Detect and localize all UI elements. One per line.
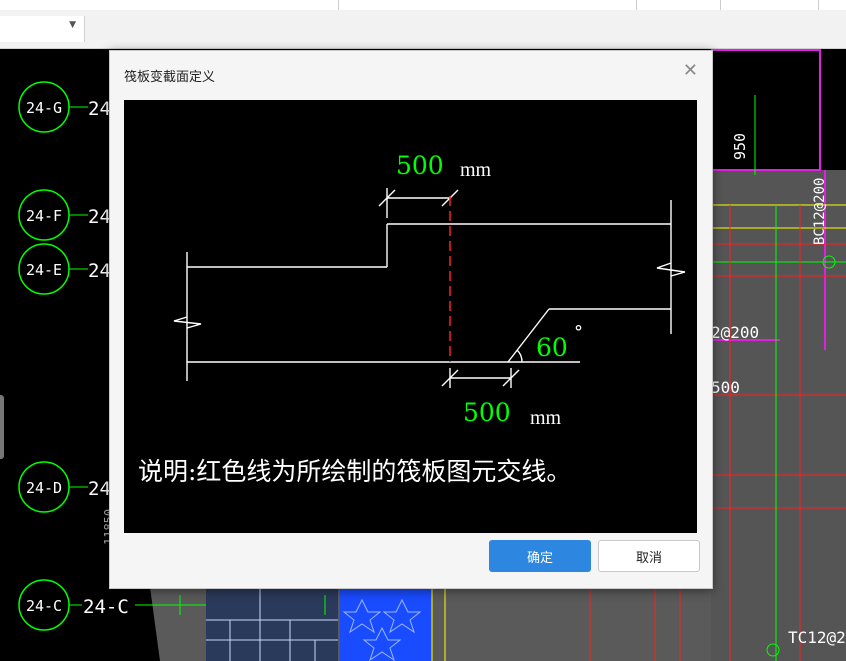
axis-circle-label: 24-D [26, 479, 62, 497]
section-preview: 500 mm 60 ° 500 mm 说明:红色线为所绘制的筏板图元交线。 [124, 100, 697, 533]
bottom-width-unit: mm [530, 407, 562, 429]
rebar-label: 2@200 [711, 323, 759, 342]
toolbar-separator [636, 0, 637, 10]
axis-label: 24 [88, 206, 111, 228]
axis-label: 24 [88, 98, 111, 120]
raft-variable-section-dialog: 筏板变截面定义 ✕ 500 mm 60 ° 500 mm 说明:红色线为所绘制的… [109, 50, 713, 589]
axis-circle-label: 24-G [26, 99, 62, 117]
axis-circle-label: 24-E [26, 261, 62, 279]
top-width-value: 500 [396, 151, 444, 180]
layer-dropdown[interactable]: ▼ [0, 16, 85, 42]
legend-note: 说明:红色线为所绘制的筏板图元交线。 [138, 457, 571, 486]
slab-outline [173, 188, 686, 388]
cancel-button[interactable]: 取消 [598, 540, 700, 572]
angle-value: 60 [536, 333, 568, 362]
toolbar-separator [338, 0, 339, 10]
column-region [340, 587, 432, 661]
dimension-label-500: 500 [711, 378, 740, 397]
chevron-down-icon: ▼ [69, 20, 76, 30]
angle-unit: ° [574, 322, 583, 343]
pile-cap-region [206, 587, 338, 661]
toolbar: ▼ [0, 10, 846, 49]
dimension-label-950: 950 [731, 133, 749, 160]
axis-label: 24 [88, 260, 111, 282]
bottom-width-value: 500 [463, 398, 511, 427]
section-diagram: 500 mm 60 ° 500 mm 说明:红色线为所绘制的筏板图元交线。 [138, 151, 686, 486]
close-icon[interactable]: ✕ [683, 61, 698, 81]
axis-label: 24-C [83, 596, 129, 618]
rebar-label-bc: BC12@200 [812, 178, 828, 245]
toolbar-separator [720, 0, 721, 10]
axis-label: 24 [88, 478, 111, 500]
top-width-unit: mm [460, 159, 492, 181]
side-panel-handle[interactable] [0, 395, 4, 459]
ok-button[interactable]: 确定 [489, 540, 591, 572]
toolbar-separator [818, 0, 819, 10]
rebar-label-tc: TC12@20 [788, 628, 846, 647]
axis-circle-label: 24-F [26, 207, 62, 225]
axis-circle-label: 24-C [26, 597, 62, 615]
dialog-title: 筏板变截面定义 [124, 70, 216, 85]
